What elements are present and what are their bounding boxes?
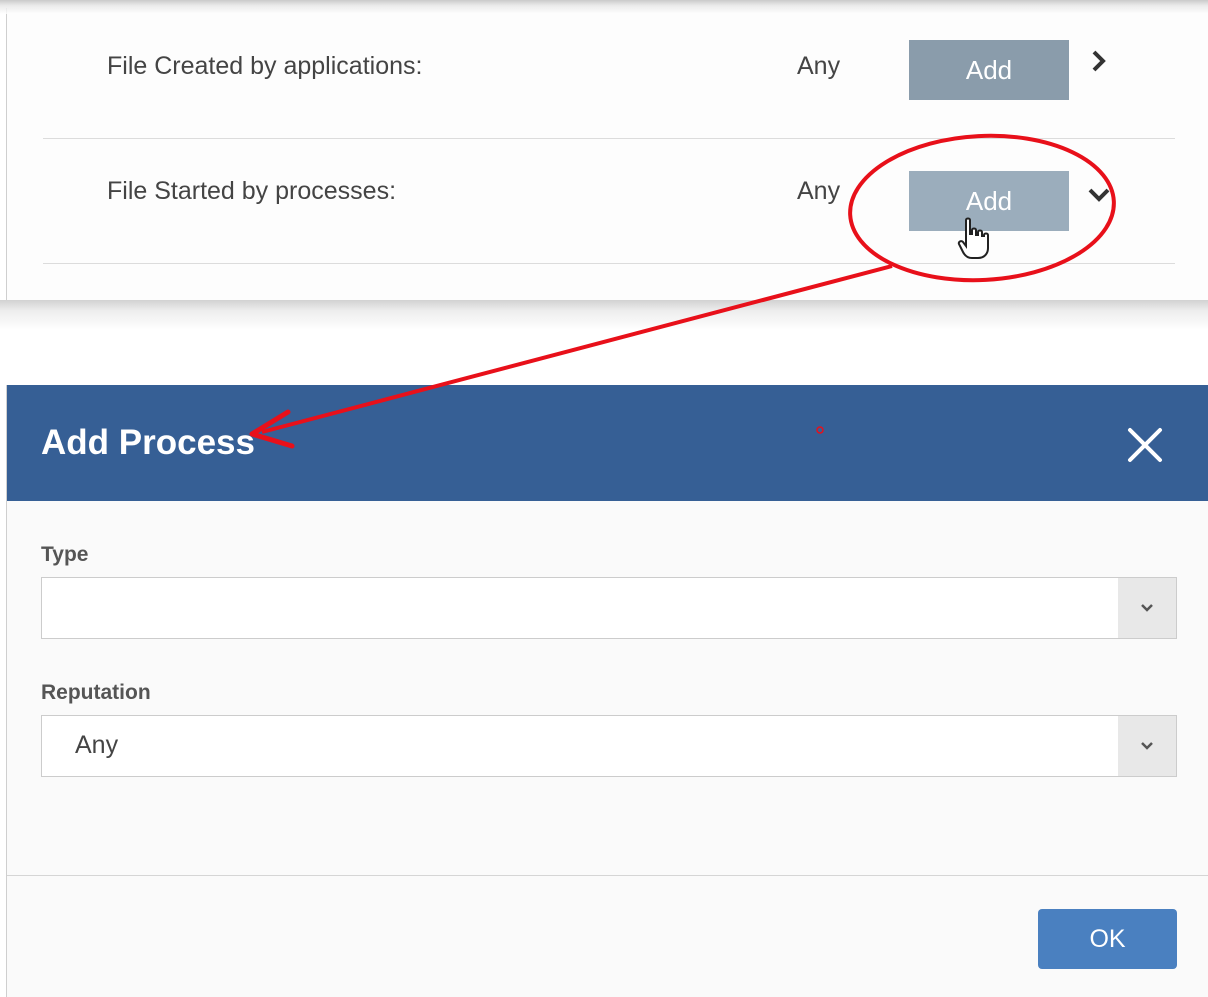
- add-process-dialog: Add Process Type Reputation Any OK: [6, 385, 1208, 997]
- rules-panel: File Created by applications: Any Add Fi…: [6, 8, 1208, 308]
- torn-edge-top: [0, 0, 1208, 14]
- dialog-title: Add Process: [41, 423, 255, 462]
- type-select[interactable]: [41, 577, 1177, 639]
- rule-label: File Started by processes:: [107, 177, 397, 205]
- add-button-file-created[interactable]: Add: [909, 40, 1069, 100]
- chevron-down-icon[interactable]: [1118, 716, 1176, 776]
- ok-button[interactable]: OK: [1038, 909, 1177, 969]
- rule-value: Any: [797, 52, 841, 80]
- close-icon[interactable]: [1125, 425, 1165, 465]
- add-button-file-started[interactable]: Add: [909, 171, 1069, 231]
- footer-divider: [7, 875, 1208, 876]
- rule-row-file-started: File Started by processes: Any Add: [43, 133, 1175, 264]
- reputation-label: Reputation: [41, 681, 151, 704]
- dialog-header: Add Process: [7, 385, 1208, 501]
- chevron-down-icon[interactable]: [1086, 181, 1112, 212]
- type-label: Type: [41, 543, 89, 566]
- reputation-select-value: Any: [75, 731, 119, 759]
- chevron-right-icon[interactable]: [1089, 48, 1109, 81]
- rule-label: File Created by applications:: [107, 52, 423, 80]
- reputation-select[interactable]: Any: [41, 715, 1177, 777]
- chevron-down-icon[interactable]: [1118, 578, 1176, 638]
- rule-value: Any: [797, 177, 841, 205]
- torn-edge-bottom: [0, 300, 1208, 330]
- rule-row-file-created: File Created by applications: Any Add: [43, 8, 1175, 139]
